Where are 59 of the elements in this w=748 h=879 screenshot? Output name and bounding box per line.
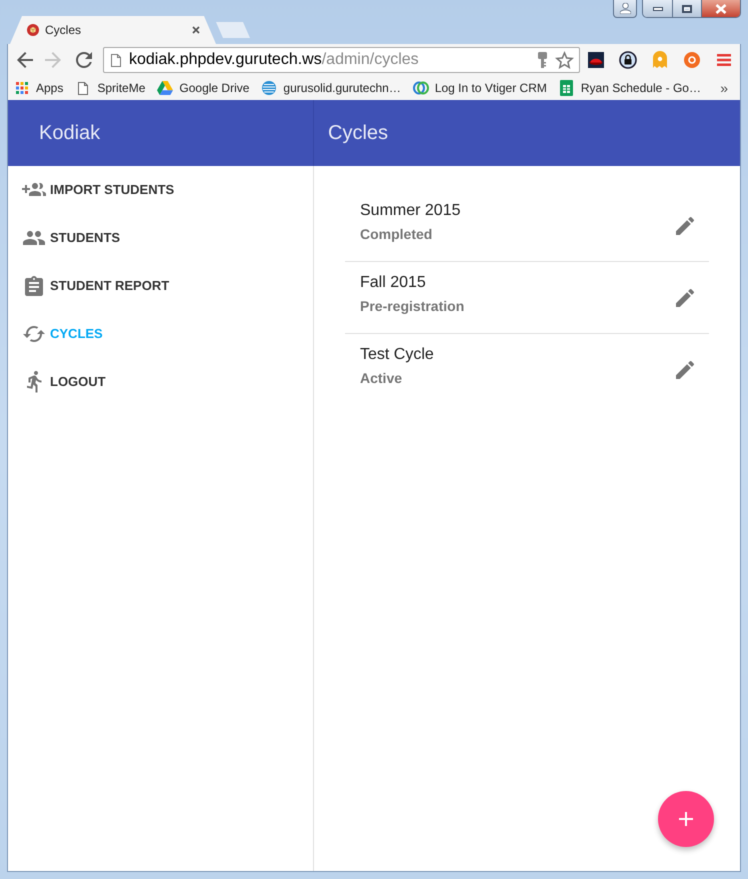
cube-icon xyxy=(27,24,39,36)
add-button[interactable] xyxy=(658,791,714,847)
edit-icon xyxy=(676,288,694,306)
grid-icon xyxy=(16,82,28,94)
profile-button[interactable] xyxy=(613,0,637,18)
add-icon xyxy=(679,812,693,826)
cycle-status: Completed xyxy=(360,225,432,244)
star-icon[interactable] xyxy=(555,51,574,69)
maximize-icon xyxy=(682,4,692,12)
maximize-button[interactable] xyxy=(673,0,702,17)
edit-button[interactable] xyxy=(676,288,694,306)
close-icon xyxy=(715,4,727,14)
edit-button[interactable] xyxy=(676,216,694,234)
minimize-icon xyxy=(652,6,662,10)
running-person-icon xyxy=(26,371,42,393)
arrow-left-icon[interactable] xyxy=(17,52,33,68)
bookmark[interactable]: Apps xyxy=(10,77,68,99)
triangle-icon xyxy=(157,81,174,95)
extension-icon[interactable] xyxy=(684,52,700,68)
browser-tab[interactable]: Cycles xyxy=(10,16,216,44)
cycle-name: Summer 2015 xyxy=(360,201,460,221)
sync-icon xyxy=(23,326,45,342)
minimize-button[interactable] xyxy=(643,0,673,17)
nav-item[interactable]: STUDENT REPORT xyxy=(8,262,313,310)
lock-icon[interactable] xyxy=(619,51,637,69)
cycle-status: Active xyxy=(360,369,402,388)
bookmark[interactable]: Ryan Schedule - Go… xyxy=(554,77,705,99)
nav-item[interactable]: IMPORT STUDENTS xyxy=(8,166,313,214)
page-title: Cycles xyxy=(328,121,388,146)
cycle-name: Test Cycle xyxy=(360,345,434,365)
buzzer-icon[interactable] xyxy=(588,52,604,68)
reload-icon[interactable] xyxy=(76,52,92,68)
key-icon[interactable] xyxy=(538,52,547,68)
swirl-icon xyxy=(412,81,429,95)
close-button[interactable] xyxy=(702,0,740,17)
cycle-name: Fall 2015 xyxy=(360,273,426,293)
bookmark[interactable]: SpriteMe xyxy=(71,77,150,99)
edit-button[interactable] xyxy=(676,361,694,379)
page-icon xyxy=(78,82,88,94)
clipboard-icon xyxy=(25,276,43,296)
address-bar[interactable]: kodiak.phpdev.gurutech.ws/admin/cycles xyxy=(103,47,580,73)
edit-icon xyxy=(676,361,694,379)
nav-item[interactable]: STUDENTS xyxy=(8,214,313,262)
menu-icon[interactable] xyxy=(717,54,731,66)
close-icon[interactable] xyxy=(192,26,200,34)
edit-icon xyxy=(676,216,694,234)
bookmark[interactable]: gurusolid.gurutechn… xyxy=(257,77,405,99)
globe-icon xyxy=(262,81,276,95)
spreadsheet-icon xyxy=(560,80,574,96)
page-icon xyxy=(111,54,121,66)
people-icon xyxy=(23,231,45,245)
app-title: Kodiak xyxy=(39,121,100,146)
nav-item[interactable]: LOGOUT xyxy=(8,358,313,406)
bookmark[interactable]: Google Drive xyxy=(153,77,254,99)
bookmark[interactable]: Log In to Vtiger CRM xyxy=(408,77,551,99)
bookmarks-overflow-button[interactable]: » xyxy=(718,81,730,95)
cycle-status: Pre-registration xyxy=(360,297,464,316)
person-icon xyxy=(620,3,630,14)
people-plus-icon xyxy=(22,183,46,197)
